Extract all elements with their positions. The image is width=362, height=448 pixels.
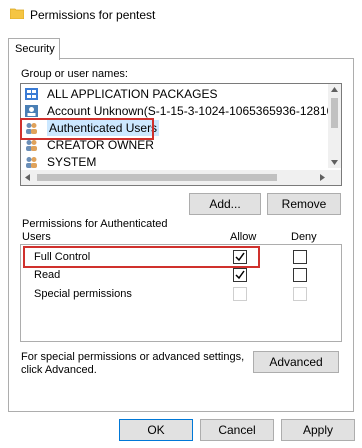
vertical-scrollbar[interactable]: [328, 84, 341, 168]
highlight-box: [23, 246, 260, 268]
permission-label: Read: [34, 269, 61, 281]
apply-button[interactable]: Apply: [281, 419, 355, 441]
advanced-note-line1: For special permissions or advanced sett…: [21, 351, 245, 363]
list-item-label: Account Unknown(S-1-15-3-1024-1065365936…: [47, 104, 342, 118]
tab-security-label: Security: [15, 43, 55, 55]
unknown-account-icon: [25, 105, 38, 117]
horizontal-scrollbar[interactable]: [21, 170, 341, 185]
allow-column-label: Allow: [230, 231, 257, 243]
ok-button[interactable]: OK: [119, 419, 193, 441]
scroll-thumb[interactable]: [37, 174, 277, 181]
app-packages-icon: [25, 88, 38, 100]
deny-checkbox-full-control[interactable]: [293, 250, 307, 264]
users-group-icon: [26, 157, 37, 168]
allow-checkbox-read[interactable]: [233, 268, 247, 282]
cancel-button[interactable]: Cancel: [200, 419, 274, 441]
remove-button[interactable]: Remove: [267, 193, 341, 215]
allow-checkbox-special: [233, 287, 247, 301]
list-item-label: ALL APPLICATION PACKAGES: [47, 87, 218, 101]
scroll-down-icon[interactable]: [331, 160, 338, 165]
window-title: Permissions for pentest: [30, 8, 156, 22]
list-item-label: SYSTEM: [47, 155, 97, 169]
folder-icon: [10, 8, 24, 19]
scroll-right-icon[interactable]: [320, 174, 325, 181]
deny-column-label: Deny: [291, 231, 317, 243]
permissions-header-line1: Permissions for Authenticated: [22, 218, 168, 230]
group-list-label: Group or user names:: [21, 68, 128, 80]
deny-checkbox-read[interactable]: [293, 268, 307, 282]
permission-label: Special permissions: [34, 288, 132, 300]
permissions-header-line2: Users: [22, 231, 51, 243]
advanced-button[interactable]: Advanced: [253, 351, 339, 373]
scroll-left-icon[interactable]: [25, 174, 30, 181]
users-group-icon: [26, 140, 37, 151]
scroll-thumb[interactable]: [331, 98, 338, 128]
highlight-box: [20, 118, 154, 140]
scroll-up-icon[interactable]: [331, 87, 338, 92]
checkmark-icon: [235, 270, 245, 280]
add-button[interactable]: Add...: [189, 193, 261, 215]
tab-security[interactable]: Security: [8, 38, 60, 60]
title-bar: Permissions for pentest: [0, 0, 362, 30]
advanced-note-line2: click Advanced.: [21, 364, 97, 376]
deny-checkbox-special: [293, 287, 307, 301]
